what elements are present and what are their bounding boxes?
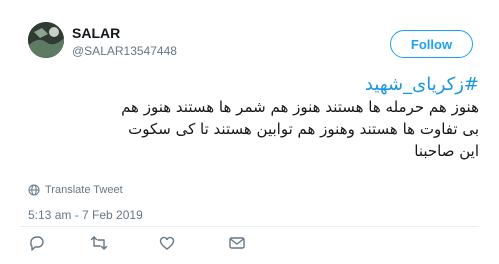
divider (20, 226, 479, 227)
user-names: SALAR @SALAR13547448 (72, 24, 177, 59)
heart-icon[interactable] (158, 234, 176, 252)
envelope-icon[interactable] (228, 234, 246, 252)
tweet-actions (28, 234, 288, 252)
tweet-line: بی تفاوت ها هستند وهنوز هم توابین هستند … (128, 120, 479, 138)
avatar[interactable] (28, 22, 64, 58)
avatar-image (28, 22, 64, 58)
tweet-text: #زکریای_شهید هنوز هم حرمله ها هستند هنوز… (20, 74, 479, 162)
tweet-line: هنوز هم حرمله ها هستند هنوز هم شمر ها هس… (121, 98, 479, 116)
tweet-line: این صاحبنا (414, 142, 479, 160)
translate-label: Translate Tweet (45, 184, 123, 196)
hashtag-link[interactable]: #زکریای_شهید (20, 74, 479, 96)
translate-tweet-link[interactable]: Translate Tweet (28, 184, 123, 196)
follow-button[interactable]: Follow (390, 30, 473, 58)
display-name[interactable]: SALAR (72, 24, 177, 42)
globe-icon (28, 184, 40, 196)
reply-icon[interactable] (28, 234, 46, 252)
retweet-icon[interactable] (90, 234, 108, 252)
user-handle[interactable]: @SALAR13547448 (72, 43, 177, 59)
tweet-header: SALAR @SALAR13547448 Follow (28, 22, 499, 66)
tweet-timestamp[interactable]: 5:13 am - 7 Feb 2019 (28, 208, 143, 222)
